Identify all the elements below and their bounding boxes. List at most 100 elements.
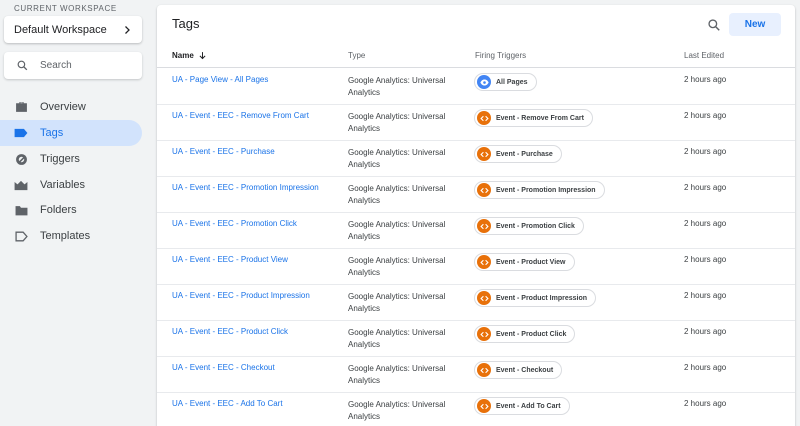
chevron-right-icon — [125, 25, 130, 34]
tag-icon — [14, 126, 28, 140]
trigger-chip-label: Event - Purchase — [496, 150, 553, 158]
tag-name-link[interactable]: UA - Event - EEC - Purchase — [172, 147, 275, 156]
trigger-chip-label: Event - Promotion Click — [496, 222, 575, 230]
trigger-chip-label: Event - Product Impression — [496, 294, 588, 302]
variables-icon — [14, 178, 28, 192]
workspace-name: Default Workspace — [14, 23, 107, 36]
search-icon — [708, 19, 720, 31]
last-edited: 2 hours ago — [684, 255, 727, 264]
workspace-selector[interactable]: Default Workspace — [4, 16, 142, 43]
table-row[interactable]: UA - Event - EEC - Checkout Google Analyt… — [157, 357, 795, 393]
trigger-chip[interactable]: All Pages — [474, 73, 537, 91]
table-row[interactable]: UA - Event - EEC - Promotion Click Google… — [157, 213, 795, 249]
last-edited: 2 hours ago — [684, 291, 727, 300]
trigger-chip-label: Event - Add To Cart — [496, 402, 561, 410]
trigger-chip-label: Event - Checkout — [496, 366, 554, 374]
code-icon — [477, 219, 491, 233]
tag-type: Google Analytics: Universal Analytics — [348, 364, 446, 385]
table-row[interactable]: UA - Event - EEC - Product View Google An… — [157, 249, 795, 285]
last-edited: 2 hours ago — [684, 75, 727, 84]
trigger-chip[interactable]: Event - Purchase — [474, 145, 562, 163]
last-edited: 2 hours ago — [684, 363, 727, 372]
last-edited: 2 hours ago — [684, 399, 727, 408]
table-row[interactable]: UA - Event - EEC - Purchase Google Analyt… — [157, 141, 795, 177]
column-header-name-label: Name — [172, 51, 194, 60]
trigger-icon — [14, 152, 28, 166]
trigger-chip[interactable]: Event - Add To Cart — [474, 397, 570, 415]
last-edited: 2 hours ago — [684, 111, 727, 120]
last-edited: 2 hours ago — [684, 219, 727, 228]
trigger-chip[interactable]: Event - Promotion Impression — [474, 181, 605, 199]
search-button[interactable] — [705, 16, 723, 34]
template-icon — [14, 229, 28, 243]
briefcase-icon — [14, 100, 28, 114]
tag-type: Google Analytics: Universal Analytics — [348, 148, 446, 169]
sidebar-item-label: Templates — [40, 230, 91, 242]
sidebar-item-variables[interactable]: Variables — [0, 172, 142, 198]
last-edited: 2 hours ago — [684, 183, 727, 192]
trigger-chip-label: Event - Promotion Impression — [496, 186, 596, 194]
table-row[interactable]: UA - Event - EEC - Add To Cart Google Ana… — [157, 393, 795, 426]
code-icon — [477, 111, 491, 125]
sidebar-item-label: Variables — [40, 179, 86, 191]
code-icon — [477, 255, 491, 269]
last-edited: 2 hours ago — [684, 327, 727, 336]
tag-name-link[interactable]: UA - Event - EEC - Promotion Click — [172, 219, 297, 228]
table-row[interactable]: UA - Event - EEC - Product Impression Goo… — [157, 285, 795, 321]
tag-type: Google Analytics: Universal Analytics — [348, 400, 446, 421]
trigger-chip[interactable]: Event - Product View — [474, 253, 575, 271]
table-header: Name Type Firing Triggers Last Edited — [157, 44, 795, 68]
arrow-down-icon — [199, 52, 206, 60]
sidebar-item-label: Overview — [40, 101, 86, 113]
code-icon — [477, 183, 491, 197]
sidebar-item-tags[interactable]: Tags — [0, 120, 142, 146]
trigger-chip[interactable]: Event - Product Click — [474, 325, 576, 343]
sidebar-item-overview[interactable]: Overview — [0, 94, 142, 120]
sidebar-search-placeholder: Search — [40, 60, 72, 71]
sidebar: CURRENT WORKSPACE Default Workspace Sear… — [0, 0, 150, 426]
table-row[interactable]: UA - Event - EEC - Promotion Impression G… — [157, 177, 795, 213]
column-header-triggers[interactable]: Firing Triggers — [475, 51, 526, 60]
trigger-chip-label: Event - Product Click — [496, 330, 567, 338]
code-icon — [477, 291, 491, 305]
sidebar-item-triggers[interactable]: Triggers — [0, 146, 142, 172]
new-tag-button[interactable]: New — [729, 13, 781, 36]
tag-name-link[interactable]: UA - Event - EEC - Add To Cart — [172, 399, 283, 408]
tag-name-link[interactable]: UA - Event - EEC - Product View — [172, 255, 288, 264]
last-edited: 2 hours ago — [684, 147, 727, 156]
tag-name-link[interactable]: UA - Event - EEC - Promotion Impression — [172, 183, 319, 192]
sidebar-item-folders[interactable]: Folders — [0, 197, 142, 223]
page-title: Tags — [172, 16, 200, 31]
code-icon — [477, 327, 491, 341]
tag-type: Google Analytics: Universal Analytics — [348, 112, 446, 133]
workspace-caption: CURRENT WORKSPACE — [14, 4, 117, 13]
sidebar-item-label: Triggers — [40, 153, 80, 165]
table-row[interactable]: UA - Event - EEC - Remove From Cart Googl… — [157, 105, 795, 141]
tag-name-link[interactable]: UA - Page View - All Pages — [172, 75, 268, 84]
tag-type: Google Analytics: Universal Analytics — [348, 220, 446, 241]
table-row[interactable]: UA - Page View - All Pages Google Analyti… — [157, 69, 795, 105]
tag-type: Google Analytics: Universal Analytics — [348, 76, 446, 97]
column-header-edited[interactable]: Last Edited — [684, 51, 724, 60]
tag-name-link[interactable]: UA - Event - EEC - Product Impression — [172, 291, 310, 300]
tag-name-link[interactable]: UA - Event - EEC - Checkout — [172, 363, 275, 372]
table-row[interactable]: UA - Event - EEC - Product Click Google A… — [157, 321, 795, 357]
sidebar-item-label: Tags — [40, 127, 64, 139]
trigger-chip[interactable]: Event - Checkout — [474, 361, 563, 379]
tag-type: Google Analytics: Universal Analytics — [348, 184, 446, 205]
column-header-type[interactable]: Type — [348, 51, 365, 60]
trigger-chip[interactable]: Event - Product Impression — [474, 289, 597, 307]
code-icon — [477, 147, 491, 161]
sidebar-search[interactable]: Search — [4, 52, 142, 79]
trigger-chip[interactable]: Event - Remove From Cart — [474, 109, 593, 127]
eye-icon — [477, 75, 491, 89]
sidebar-item-label: Folders — [40, 204, 77, 216]
code-icon — [477, 363, 491, 377]
trigger-chip[interactable]: Event - Promotion Click — [474, 217, 584, 235]
code-icon — [477, 399, 491, 413]
tag-name-link[interactable]: UA - Event - EEC - Remove From Cart — [172, 111, 309, 120]
tag-name-link[interactable]: UA - Event - EEC - Product Click — [172, 327, 288, 336]
sidebar-item-templates[interactable]: Templates — [0, 223, 142, 249]
trigger-chip-label: Event - Product View — [496, 258, 566, 266]
column-header-name[interactable]: Name — [172, 51, 207, 60]
